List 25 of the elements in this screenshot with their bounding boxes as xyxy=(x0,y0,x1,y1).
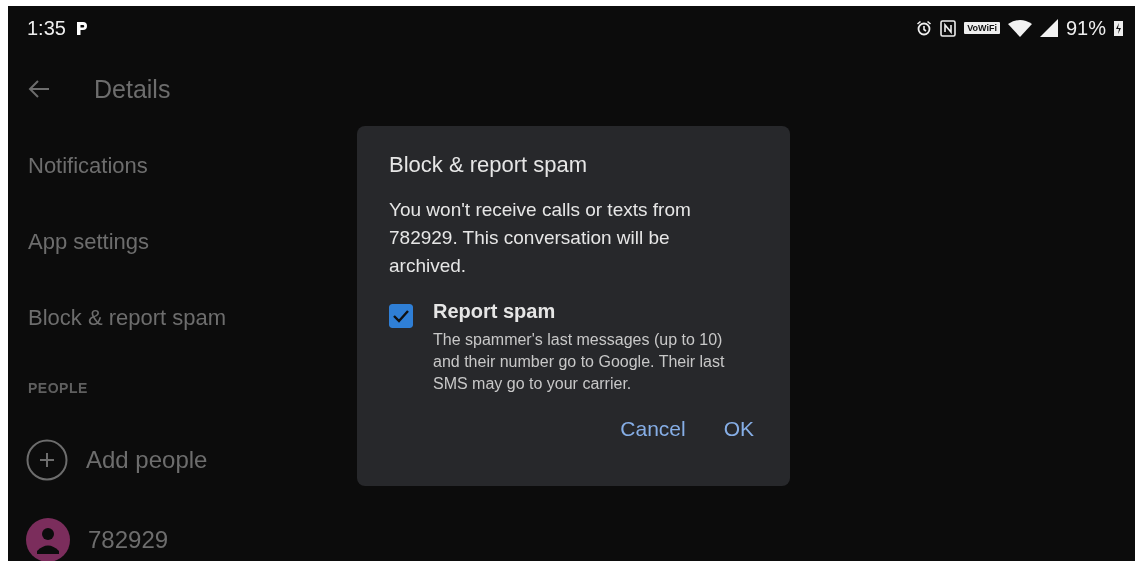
settings-item[interactable]: Block & report spam xyxy=(28,305,227,331)
back-icon[interactable] xyxy=(28,80,50,98)
add-people-link[interactable]: Add people xyxy=(86,446,208,474)
option-label: Report spam xyxy=(433,300,557,323)
dialog-title: Block & report spam xyxy=(389,152,589,178)
battery-icon xyxy=(1114,20,1123,36)
checkbox[interactable] xyxy=(389,304,413,328)
alarm-icon xyxy=(916,20,933,36)
wifi-icon xyxy=(1007,19,1032,37)
dialog-message: You won't receive calls or texts from 782929. This conversation will be archived. xyxy=(389,198,692,278)
parking-icon xyxy=(75,20,88,36)
settings-item[interactable]: App settings xyxy=(28,229,150,255)
clock-time: 1:35 xyxy=(27,16,66,40)
dialog-button[interactable]: Cancel xyxy=(616,413,690,445)
option-description: The spammer's last messages (up to 10) and their number go to Google. Their last SMS may go to your carrier. xyxy=(433,330,726,394)
section-heading: PEOPLE xyxy=(28,380,88,396)
settings-item[interactable]: Notifications xyxy=(28,153,148,179)
dialog-button[interactable]: OK xyxy=(719,413,758,445)
add-circle-icon[interactable] xyxy=(26,439,68,481)
wifi-calling-badge: VoWiFi xyxy=(964,22,1000,34)
page-title: Details xyxy=(94,74,171,104)
battery-percent: 91% xyxy=(1065,16,1106,40)
nfc-icon xyxy=(940,19,957,37)
signal-icon xyxy=(1039,19,1058,37)
contact-name[interactable]: 782929 xyxy=(88,526,169,554)
